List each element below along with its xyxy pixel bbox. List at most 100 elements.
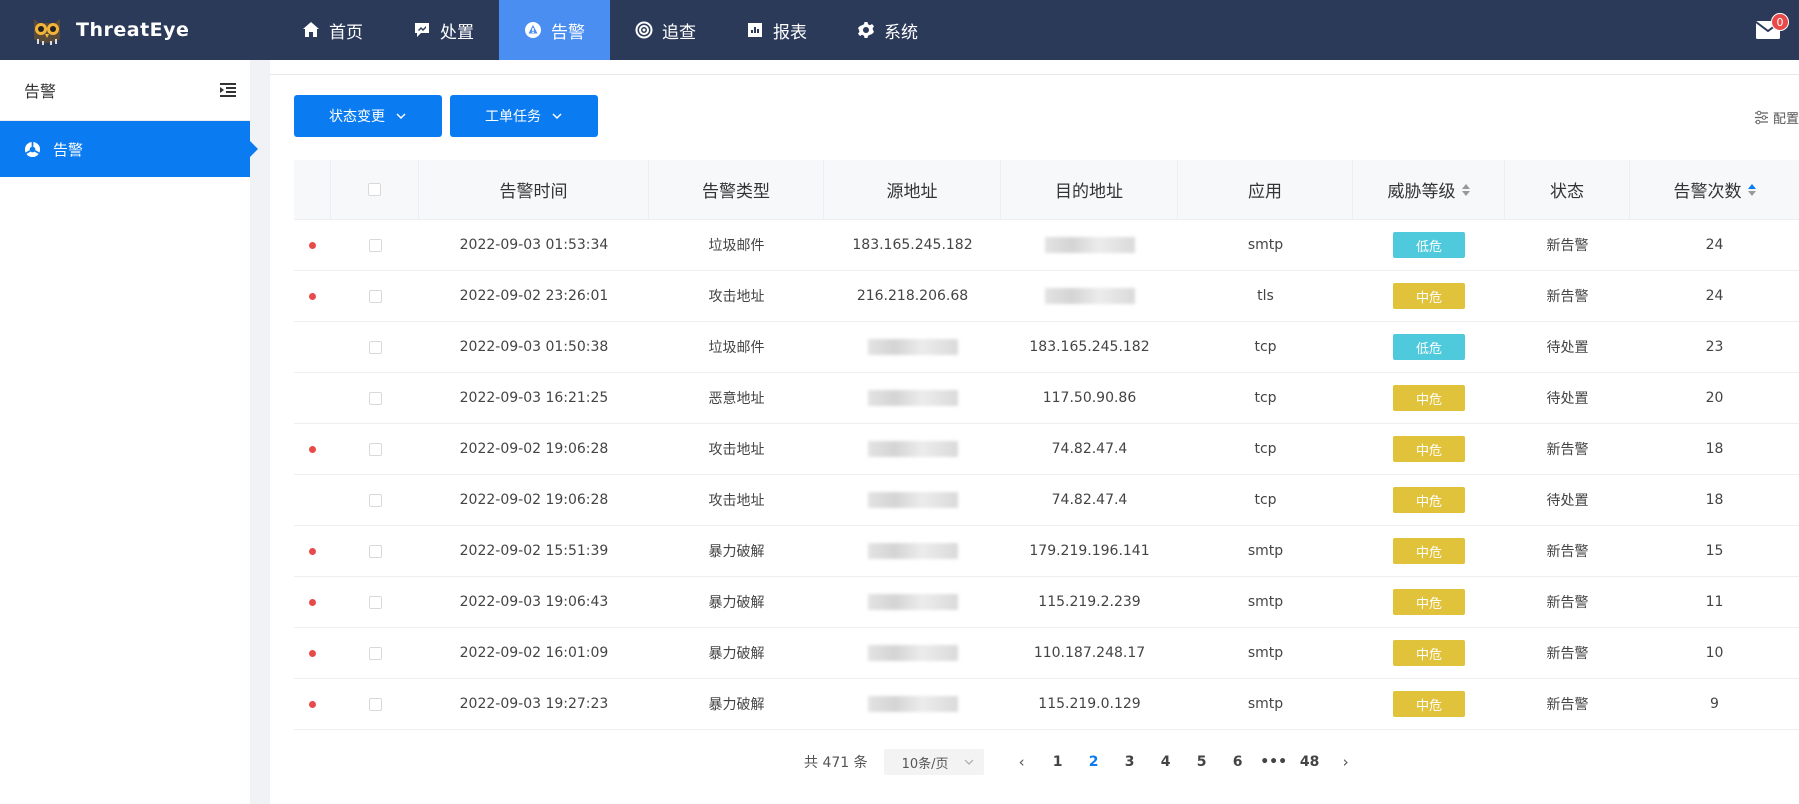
destination-address[interactable]: 179.219.196.141	[1029, 543, 1149, 559]
unread-dot	[309, 547, 316, 555]
destination-cell	[1001, 220, 1178, 270]
nav-home[interactable]: 首页	[277, 0, 388, 60]
nav-system[interactable]: 系统	[832, 0, 943, 60]
col-indicator	[294, 160, 331, 219]
sort-icon[interactable]	[1747, 183, 1756, 196]
redacted-address	[867, 339, 958, 355]
table-row[interactable]: 2022-09-02 19:06:28 攻击地址 74.82.47.4 tcp 中危 待处…	[294, 475, 1799, 526]
sidebar-item-alert[interactable]: 告警	[0, 121, 258, 177]
row-checkbox[interactable]	[368, 442, 382, 456]
nav-trace[interactable]: 追查	[610, 0, 721, 60]
select-all-checkbox[interactable]	[368, 183, 381, 196]
work-order-button[interactable]: 工单任务	[450, 95, 598, 137]
mail-button[interactable]: 0	[1755, 13, 1789, 40]
source-cell	[824, 322, 1001, 372]
destination-address[interactable]: 110.187.248.17	[1034, 645, 1145, 661]
dispose-icon	[415, 23, 429, 37]
page-number[interactable]: 2	[1076, 754, 1112, 770]
redacted-address	[867, 390, 958, 406]
count-header-label: 告警次数	[1673, 182, 1742, 202]
destination-address[interactable]: 183.165.245.182	[1029, 339, 1149, 355]
threat-level-cell: 中危	[1353, 424, 1505, 474]
threat-level-cell: 中危	[1353, 628, 1505, 678]
config-button[interactable]: 配置	[1754, 108, 1799, 127]
table-row[interactable]: 2022-09-03 16:21:25 恶意地址 117.50.90.86 tcp 中危…	[294, 373, 1799, 424]
source-address[interactable]: 216.218.206.68	[857, 288, 968, 304]
prev-page-button[interactable]: ‹	[1004, 753, 1040, 771]
page-number[interactable]: 4	[1148, 754, 1184, 770]
status-cell: 新告警	[1546, 289, 1589, 305]
threat-level-badge: 中危	[1393, 487, 1465, 513]
time-cell: 2022-09-03 01:53:34	[459, 237, 609, 253]
destination-cell: 179.219.196.141	[1001, 526, 1178, 576]
nav-label: 告警	[551, 22, 585, 43]
next-page-button[interactable]: ›	[1328, 753, 1364, 771]
destination-address[interactable]: 115.219.0.129	[1038, 696, 1140, 712]
destination-address[interactable]: 74.82.47.4	[1052, 492, 1128, 508]
type-cell: 暴力破解	[708, 697, 765, 713]
brand[interactable]: ThreatEye	[0, 0, 265, 60]
row-checkbox[interactable]	[368, 697, 382, 711]
status-cell: 新告警	[1546, 544, 1589, 560]
source-cell	[824, 475, 1001, 525]
col-threat-level[interactable]: 威胁等级	[1353, 160, 1505, 219]
table-row[interactable]: 2022-09-03 19:27:23 暴力破解 115.219.0.129 smtp…	[294, 679, 1799, 730]
sort-icon[interactable]	[1461, 183, 1470, 196]
page-size-select[interactable]: 10条/页	[883, 749, 984, 775]
destination-address[interactable]: 74.82.47.4	[1052, 441, 1128, 457]
nav-dispose[interactable]: 处置	[388, 0, 499, 60]
table-row[interactable]: 2022-09-02 19:06:28 攻击地址 74.82.47.4 tcp 中危 新告…	[294, 424, 1799, 475]
table-row[interactable]: 2022-09-03 19:06:43 暴力破解 115.219.2.239 smtp…	[294, 577, 1799, 628]
source-address[interactable]: 183.165.245.182	[852, 237, 972, 253]
page-number[interactable]: 1	[1040, 754, 1076, 770]
row-checkbox[interactable]	[368, 544, 382, 558]
count-cell: 24	[1705, 288, 1724, 304]
page-number[interactable]: 5	[1184, 754, 1220, 770]
destination-address[interactable]: 117.50.90.86	[1043, 390, 1137, 406]
destination-cell: 74.82.47.4	[1001, 424, 1178, 474]
status-cell: 新告警	[1546, 646, 1589, 662]
row-checkbox[interactable]	[368, 493, 382, 507]
status-cell: 待处置	[1546, 340, 1589, 356]
divider	[270, 74, 1799, 75]
threat-level-badge: 低危	[1393, 334, 1465, 360]
col-count[interactable]: 告警次数	[1630, 160, 1799, 219]
table-row[interactable]: 2022-09-02 23:26:01 攻击地址 216.218.206.68 tls…	[294, 271, 1799, 322]
page-ellipsis[interactable]: •••	[1256, 754, 1292, 770]
threat-level-cell: 低危	[1353, 220, 1505, 270]
app-cell: tcp	[1254, 492, 1277, 508]
table-row[interactable]: 2022-09-02 15:51:39 暴力破解 179.219.196.141 sm…	[294, 526, 1799, 577]
count-cell: 9	[1710, 696, 1719, 712]
row-checkbox[interactable]	[368, 646, 382, 660]
status-change-button[interactable]: 状态变更	[294, 95, 442, 137]
type-cell: 恶意地址	[708, 391, 765, 407]
time-cell: 2022-09-02 23:26:01	[459, 288, 609, 304]
row-checkbox[interactable]	[368, 340, 382, 354]
row-checkbox[interactable]	[368, 289, 382, 303]
status-change-label: 状态变更	[329, 109, 385, 125]
chevron-down-icon	[964, 759, 974, 765]
type-cell: 攻击地址	[708, 289, 765, 305]
redacted-address	[1044, 237, 1135, 253]
row-checkbox[interactable]	[368, 238, 382, 252]
page-number[interactable]: 48	[1292, 754, 1328, 770]
nav-alert[interactable]: 告警	[499, 0, 610, 60]
table-row[interactable]: 2022-09-03 01:53:34 垃圾邮件 183.165.245.182 sm…	[294, 220, 1799, 271]
destination-address[interactable]: 115.219.2.239	[1038, 594, 1140, 610]
row-checkbox[interactable]	[368, 391, 382, 405]
row-checkbox[interactable]	[368, 595, 382, 609]
table-row[interactable]: 2022-09-02 16:01:09 暴力破解 110.187.248.17 smt…	[294, 628, 1799, 679]
nav-report[interactable]: 报表	[721, 0, 832, 60]
alert-table: 告警时间 告警类型 源地址 目的地址 应用 威胁等级 状态 告警次数 2022-…	[294, 160, 1799, 730]
unread-cell	[294, 322, 331, 372]
app-cell: tls	[1257, 288, 1274, 304]
source-cell	[824, 628, 1001, 678]
page-number[interactable]: 3	[1112, 754, 1148, 770]
collapse-menu-icon[interactable]	[220, 83, 236, 97]
table-row[interactable]: 2022-09-03 01:50:38 垃圾邮件 183.165.245.182 tc…	[294, 322, 1799, 373]
page-number[interactable]: 6	[1220, 754, 1256, 770]
time-cell: 2022-09-02 15:51:39	[459, 543, 609, 559]
threat-level-cell: 低危	[1353, 322, 1505, 372]
redacted-address	[867, 492, 958, 508]
app-cell: tcp	[1254, 390, 1277, 406]
